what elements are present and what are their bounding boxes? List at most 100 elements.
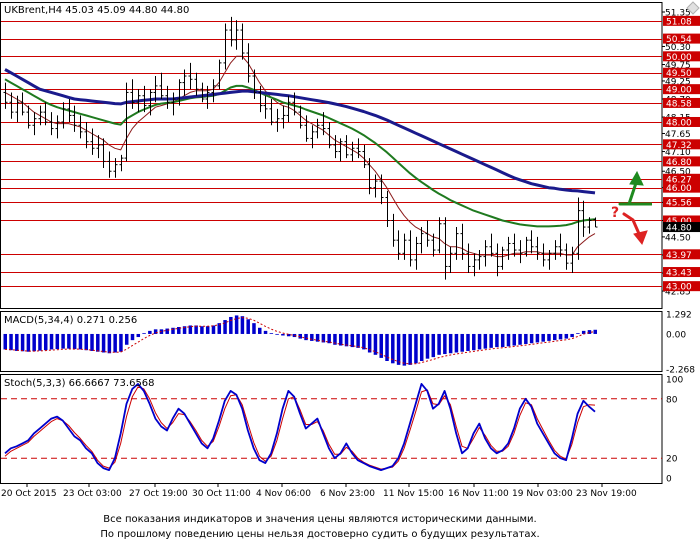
x-axis-tick-label: 23 Nov 19:00 — [576, 489, 637, 499]
macd-bar — [275, 333, 279, 335]
macd-bar — [396, 333, 401, 365]
macd-title: MACD(5,34,4) 0.271 0.256 — [4, 315, 137, 326]
macd-bar — [101, 333, 106, 353]
macd-bar — [402, 333, 407, 366]
macd-bar — [107, 333, 112, 354]
macd-bar — [252, 323, 256, 334]
macd-bar — [466, 333, 470, 351]
macd-bar — [425, 333, 430, 359]
macd-bar — [564, 333, 569, 339]
macd-bar — [136, 333, 141, 338]
x-axis-tick-label: 27 Oct 19:00 — [129, 489, 188, 499]
macd-bar — [356, 333, 360, 348]
macd-bar — [38, 333, 42, 351]
level-price-tag: 43.97 — [663, 249, 700, 261]
macd-bar — [506, 333, 511, 347]
disclaimer-line-1: Все показания индикаторов и значения цен… — [103, 514, 537, 525]
macd-axis-label: 0.00 — [666, 330, 686, 340]
x-axis-tick-label: 6 Nov 23:00 — [320, 489, 375, 499]
level-price-tag-label: 46.80 — [666, 158, 692, 168]
macd-bar — [15, 333, 19, 351]
macd-bar — [142, 333, 146, 334]
macd-bar — [32, 333, 36, 352]
macd-bar — [483, 333, 488, 349]
level-price-tag-label: 46.00 — [666, 184, 692, 194]
macd-bar — [263, 330, 268, 334]
macd-bar — [67, 333, 71, 349]
level-price-tag-label: 49.50 — [666, 69, 692, 79]
macd-bar — [3, 333, 7, 350]
macd-bar — [518, 333, 522, 345]
macd-bar — [385, 333, 389, 361]
macd-bar — [541, 333, 545, 342]
level-price-tag-label: 50.54 — [666, 35, 692, 45]
price-panel[interactable]: UKBrent,H4 45.03 45.09 44.80 44.80 51.355… — [0, 1, 700, 309]
macd-bar — [553, 333, 557, 341]
macd-bar — [223, 320, 227, 334]
macd-bar — [414, 333, 418, 364]
level-price-tag-label: 48.00 — [666, 118, 692, 128]
macd-panel[interactable]: MACD(5,34,4) 0.271 0.256 1.292 0.00 -2.268 — [0, 311, 696, 376]
macd-bar — [512, 333, 517, 346]
macd-bar — [194, 325, 198, 334]
macd-bar — [119, 333, 123, 352]
macd-bar — [419, 333, 424, 361]
x-axis-tick-label: 20 Oct 2015 — [1, 489, 57, 499]
level-price-tag: 45.56 — [663, 197, 700, 209]
macd-bar — [477, 333, 482, 350]
macd-bar — [576, 333, 580, 334]
macd-bar — [234, 315, 239, 334]
macd-bar — [78, 333, 83, 350]
macd-bar — [437, 333, 441, 355]
level-price-tag-label: 43.43 — [666, 269, 692, 279]
macd-bar — [9, 333, 13, 351]
stochastic-panel[interactable]: Stoch(5,3,3) 66.6667 73.6568 100 80 20 0 — [0, 374, 684, 485]
macd-bar — [205, 326, 210, 334]
stochastic-axis-label: 20 — [666, 455, 678, 465]
macd-bar — [165, 328, 169, 334]
macd-bar — [547, 333, 551, 341]
y-axis-tick-label: 47.65 — [665, 130, 691, 140]
level-price-tag: 51.08 — [663, 15, 700, 27]
macd-bar — [489, 333, 493, 348]
macd-bar — [472, 333, 476, 351]
trading-chart[interactable]: UKBrent,H4 45.03 45.09 44.80 44.80 51.355… — [0, 0, 700, 552]
macd-bar — [524, 333, 528, 345]
current-price-tag-label: 44.80 — [666, 224, 692, 234]
macd-bar — [304, 333, 308, 341]
macd-bar — [90, 333, 94, 351]
stochastic-axis-label: 100 — [666, 376, 683, 386]
level-price-tag-label: 43.97 — [666, 251, 692, 261]
macd-bar — [124, 333, 129, 345]
level-price-tag: 46.00 — [663, 182, 700, 194]
level-price-tag: 49.00 — [663, 84, 700, 96]
level-price-tag-label: 48.58 — [666, 99, 692, 109]
level-price-tag: 48.00 — [663, 116, 700, 128]
price-panel-frame — [0, 2, 663, 309]
time-axis: 20 Oct 2015 23 Oct 03:00 27 Oct 19:00 30 Oc… — [1, 483, 637, 499]
x-axis-tick-label: 19 Nov 03:00 — [512, 489, 573, 499]
macd-bar — [529, 333, 534, 344]
macd-bar — [49, 333, 54, 350]
chart-title: UKBrent,H4 45.03 45.09 44.80 44.80 — [4, 5, 189, 16]
level-price-tag: 50.54 — [663, 33, 700, 45]
macd-bar — [148, 330, 152, 334]
level-price-tag: 48.58 — [663, 97, 700, 109]
macd-bar — [500, 333, 505, 348]
macd-bar — [495, 333, 499, 348]
macd-bar — [43, 333, 48, 351]
level-price-tag: 46.80 — [663, 156, 700, 168]
level-price-tag: 43.00 — [663, 281, 700, 293]
macd-bar — [20, 333, 25, 352]
macd-bar — [200, 326, 204, 334]
level-price-tag-label: 51.08 — [666, 17, 692, 27]
level-price-tag-label: 50.00 — [666, 53, 692, 63]
stochastic-axis-label: 80 — [666, 395, 678, 405]
macd-bar — [269, 333, 274, 334]
level-price-tag: 47.32 — [663, 139, 700, 151]
stochastic-title: Stoch(5,3,3) 66.6667 73.6568 — [4, 378, 155, 389]
current-price-tag: 44.80 — [663, 222, 700, 234]
disclaimer-line-2: По прошлому поведению цены нельзя достов… — [100, 529, 540, 540]
x-axis-tick-label: 4 Nov 06:00 — [256, 489, 311, 499]
x-axis-tick-label: 16 Nov 11:00 — [448, 489, 509, 499]
